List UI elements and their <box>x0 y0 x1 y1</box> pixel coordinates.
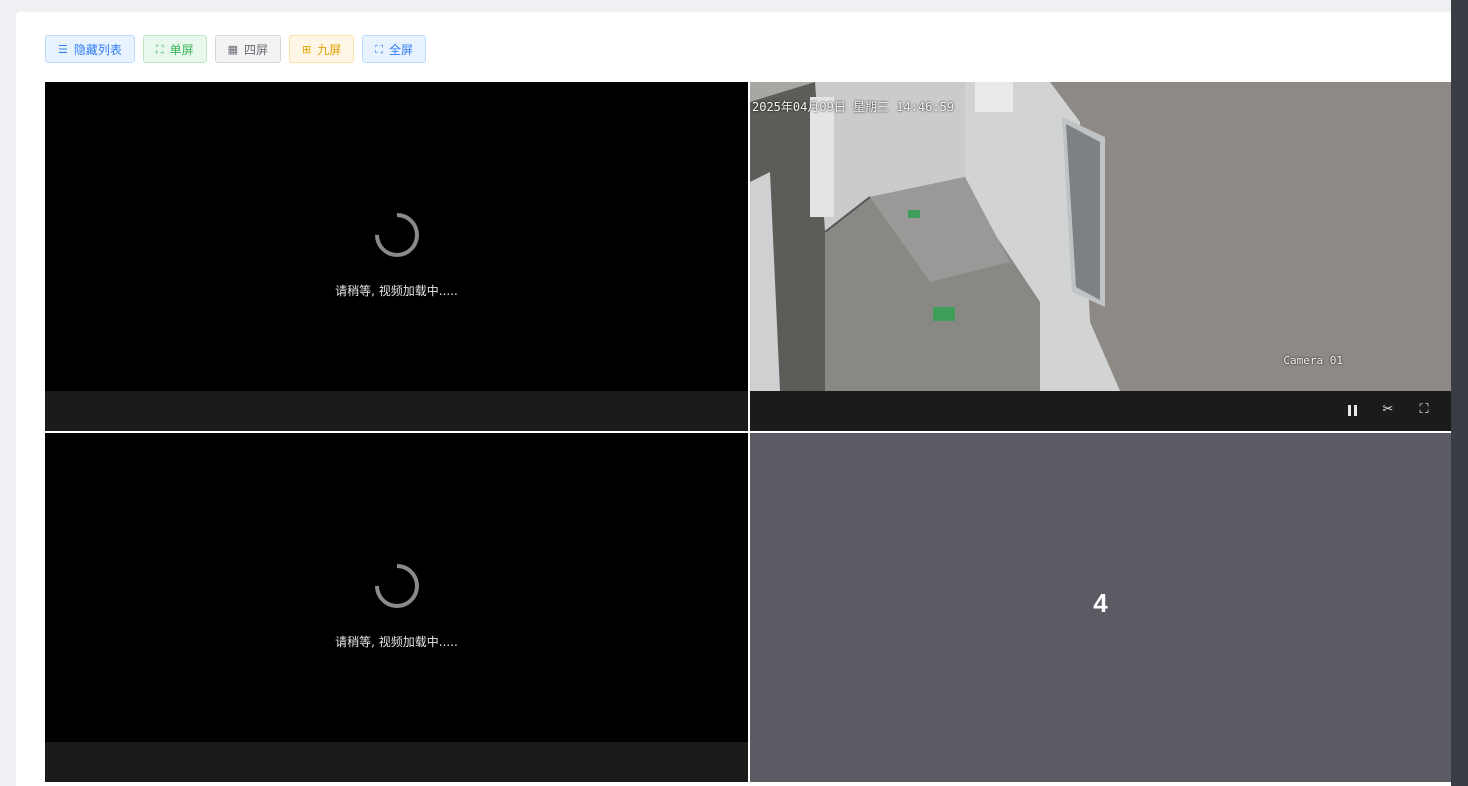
hide-list-label: 隐藏列表 <box>73 42 122 57</box>
player-control-bar <box>45 391 748 431</box>
right-scroll-rail <box>1451 0 1468 786</box>
nine-screen-button[interactable]: ⊞ 九屏 <box>289 35 355 63</box>
camera-feed-image <box>750 82 1451 391</box>
fullscreen-icon: ⛶ <box>375 42 383 56</box>
video-player-1[interactable]: 请稍等, 视频加载中..... <box>45 82 748 431</box>
player-control-bar: ✂ ⛶ <box>750 391 1451 431</box>
four-screen-icon: ▦ <box>227 42 239 56</box>
slot-number: 4 <box>1093 588 1108 618</box>
pause-icon[interactable] <box>1345 402 1359 418</box>
osd-timestamp: 2025年04月09日 星期三 14:46:59 <box>752 100 955 114</box>
player-controls: ✂ ⛶ <box>1345 402 1431 418</box>
single-screen-label: 单屏 <box>169 42 194 57</box>
video-player-3[interactable]: 请稍等, 视频加载中..... <box>45 433 748 782</box>
nine-screen-label: 九屏 <box>317 42 342 57</box>
single-screen-button[interactable]: ⛶ 单屏 <box>142 35 207 63</box>
video-grid: 请稍等, 视频加载中..... 2025年04月09日 星期三 14:46:59… <box>45 82 1451 782</box>
layout-toolbar: ☰ 隐藏列表 ⛶ 单屏 ▦ 四屏 ⊞ 九屏 ⛶ 全屏 <box>45 35 426 65</box>
video-player-2[interactable]: 2025年04月09日 星期三 14:46:59 Camera 01 ✂ ⛶ <box>750 82 1451 431</box>
fullscreen-label: 全屏 <box>388 42 413 57</box>
loading-spinner-icon <box>365 203 428 267</box>
video-player-4[interactable]: 4 <box>750 433 1451 782</box>
loading-spinner-icon <box>365 554 428 618</box>
loading-text: 请稍等, 视频加载中..... <box>335 284 458 298</box>
screenshot-icon[interactable]: ✂ <box>1381 402 1395 418</box>
fullscreen-icon[interactable]: ⛶ <box>1417 402 1431 418</box>
camera-label: Camera 01 <box>1283 354 1343 367</box>
hide-list-button[interactable]: ☰ 隐藏列表 <box>45 35 135 63</box>
list-icon: ☰ <box>58 42 68 56</box>
single-screen-icon: ⛶ <box>155 42 164 56</box>
four-screen-button[interactable]: ▦ 四屏 <box>214 35 282 63</box>
nine-screen-icon: ⊞ <box>302 42 312 56</box>
four-screen-label: 四屏 <box>244 42 269 57</box>
fullscreen-button[interactable]: ⛶ 全屏 <box>362 35 426 63</box>
player-control-bar <box>45 742 748 782</box>
loading-text: 请稍等, 视频加载中..... <box>335 635 458 649</box>
